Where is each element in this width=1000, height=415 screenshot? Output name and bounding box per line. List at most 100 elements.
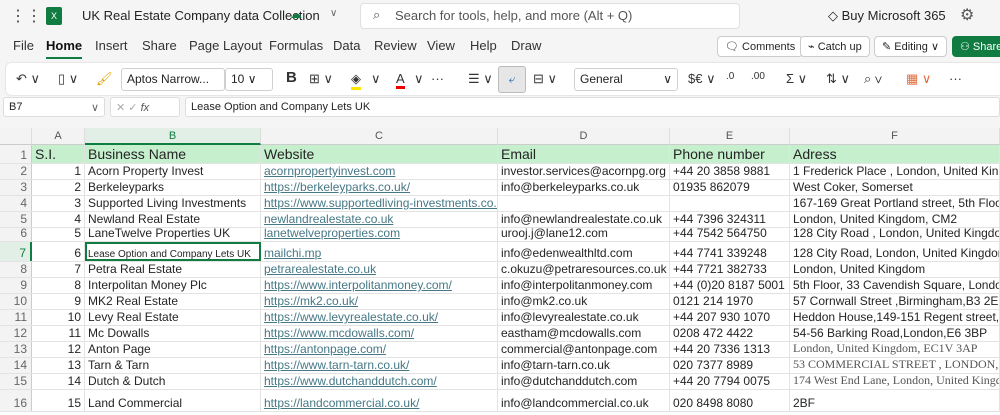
cell-phone[interactable]: +44 (0)20 8187 5001 — [670, 278, 790, 293]
fill-color-icon[interactable]: ◈ — [351, 71, 361, 90]
cell-email[interactable]: info@mk2.co.uk — [498, 294, 670, 309]
cell-email[interactable]: urooj.j@lane12.com — [498, 228, 670, 241]
tab-view[interactable]: View — [427, 38, 455, 53]
cell-website[interactable]: https://www.dutchanddutch.com/ — [261, 374, 498, 389]
cell-address[interactable]: 128 City Road , London, United Kingdom, … — [790, 228, 1000, 241]
select-all-corner[interactable] — [0, 128, 32, 145]
row-header[interactable]: 8 — [0, 262, 32, 277]
tab-file[interactable]: File — [13, 38, 34, 53]
share-button[interactable]: ⚇ Share — [952, 36, 1000, 57]
cell-address[interactable]: 54-56 Barking Road,London,E6 3BP — [790, 326, 1000, 341]
cell-phone[interactable]: +44 7396 324311 — [670, 212, 790, 227]
cell-website[interactable]: https://mk2.co.uk/ — [261, 294, 498, 309]
cell-si[interactable]: 5 — [32, 228, 85, 241]
cell-phone[interactable]: 01935 862079 — [670, 180, 790, 195]
cell-email[interactable]: commercial@antonpage.com — [498, 342, 670, 357]
cell-business-name[interactable]: MK2 Real Estate — [85, 294, 261, 309]
cell-address[interactable]: London, United Kingdom — [790, 262, 1000, 277]
cell-address[interactable]: 167-169 Great Portland street, 5th Floor… — [790, 196, 1000, 211]
currency-icon[interactable]: $€ ∨ — [688, 71, 716, 87]
confirm-icon[interactable]: ✓ — [128, 102, 140, 114]
bold-icon[interactable]: B — [286, 69, 297, 86]
header-website[interactable]: Website — [261, 145, 498, 163]
cell-si[interactable]: 8 — [32, 278, 85, 293]
cell-email[interactable]: info@levyrealestate.co.uk — [498, 310, 670, 325]
cell-si[interactable]: 6 — [32, 242, 85, 261]
cell-si[interactable]: 4 — [32, 212, 85, 227]
cell-email[interactable]: c.okuzu@petraresources.co.uk — [498, 262, 670, 277]
row-header[interactable]: 2 — [0, 164, 32, 179]
chevron-down-icon[interactable]: ∨ — [330, 8, 337, 19]
more-icon[interactable]: ··· — [431, 71, 444, 86]
sort-filter-icon[interactable]: ⇅ ∨ — [826, 71, 850, 87]
cell-si[interactable]: 3 — [32, 196, 85, 211]
add-ins-icon[interactable]: ▦ ∨ — [906, 71, 931, 87]
cell-phone[interactable]: +44 20 7336 1313 — [670, 342, 790, 357]
cell-website[interactable]: https://berkeleyparks.co.uk/ — [261, 180, 498, 195]
cell-website[interactable]: petrarealestate.co.uk — [261, 262, 498, 277]
font-color-icon[interactable]: A — [396, 71, 405, 89]
cell-website[interactable]: https://antonpage.com/ — [261, 342, 498, 357]
editing-mode-button[interactable]: ✎ Editing ∨ — [874, 36, 948, 57]
cell-address[interactable]: 53 COMMERCIAL STREET , LONDON, E1 6 — [790, 358, 1000, 373]
merge-icon[interactable]: ⊟ ∨ — [533, 71, 557, 87]
cell-business-name[interactable]: Interpolitan Money Plc — [85, 278, 261, 293]
cell-phone[interactable]: +44 20 7794 0075 — [670, 374, 790, 389]
cell-website[interactable]: acornpropertyinvest.com — [261, 164, 498, 179]
cell-phone[interactable] — [670, 196, 790, 211]
cell-website[interactable]: https://www.interpolitanmoney.com/ — [261, 278, 498, 293]
cell-email[interactable]: info@interpolitanmoney.com — [498, 278, 670, 293]
cell-address[interactable]: 1 Frederick Place , London, United Kingd… — [790, 164, 1000, 179]
autosum-icon[interactable]: Σ ∨ — [786, 71, 807, 87]
cell-business-name[interactable]: Berkeleyparks — [85, 180, 261, 195]
cell-address[interactable]: London, United Kingdom, EC1V 3AP — [790, 342, 1000, 357]
cell-email[interactable]: investor.services@acornpg.org — [498, 164, 670, 179]
cell-business-name[interactable]: Land Commercial — [85, 390, 261, 411]
column-header-d[interactable]: D — [498, 128, 670, 145]
cell-business-name[interactable]: Tarn & Tarn — [85, 358, 261, 373]
tab-data[interactable]: Data — [333, 38, 360, 53]
cancel-icon[interactable]: ✕ — [116, 102, 128, 114]
buy-microsoft-365-button[interactable]: ◇ Buy Microsoft 365 — [828, 8, 946, 24]
cell-email[interactable]: info@edenwealthltd.com — [498, 242, 670, 261]
cell-phone[interactable]: +44 7542 564750 — [670, 228, 790, 241]
cell-phone[interactable]: +44 20 3858 9881 — [670, 164, 790, 179]
header-si[interactable]: S.I. — [32, 145, 85, 163]
column-header-b[interactable]: B — [85, 128, 261, 145]
cell-si[interactable]: 11 — [32, 326, 85, 341]
cell-phone[interactable]: 020 7377 8989 — [670, 358, 790, 373]
cell-email[interactable]: info@berkeleyparks.co.uk — [498, 180, 670, 195]
cell-phone[interactable]: +44 7721 382733 — [670, 262, 790, 277]
tab-insert[interactable]: Insert — [95, 38, 128, 53]
row-header[interactable]: 5 — [0, 212, 32, 227]
cell-si[interactable]: 10 — [32, 310, 85, 325]
tab-review[interactable]: Review — [374, 38, 417, 53]
header-address[interactable]: Adress — [790, 145, 1000, 163]
cell-si[interactable]: 2 — [32, 180, 85, 195]
chevron-down-icon[interactable]: ∨ — [414, 71, 424, 87]
cell-website[interactable]: newlandrealestate.co.uk — [261, 212, 498, 227]
tab-help[interactable]: Help — [470, 38, 497, 53]
cell-business-name[interactable]: LaneTwelve Properties UK — [85, 228, 261, 241]
align-icon[interactable]: ☰ ∨ — [468, 71, 493, 87]
cell-si[interactable]: 9 — [32, 294, 85, 309]
cell-business-name[interactable]: Supported Living Investments — [85, 196, 261, 211]
paste-icon[interactable]: ▯ ∨ — [58, 71, 78, 87]
comments-button[interactable]: 🗨 Comments — [717, 36, 804, 57]
spreadsheet-grid[interactable]: A B C D E F 1 S.I. Business Name Website Email Phon… — [0, 128, 1000, 415]
cell-email[interactable] — [498, 196, 670, 211]
tab-home[interactable]: Home — [46, 38, 83, 59]
cell-address[interactable]: West Coker, Somerset — [790, 180, 1000, 195]
decrease-decimal-icon[interactable]: .00 — [751, 71, 765, 82]
cell-business-name[interactable]: Anton Page — [85, 342, 261, 357]
cell-email[interactable]: info@dutchanddutch.com — [498, 374, 670, 389]
cell-business-name[interactable]: Mc Dowalls — [85, 326, 261, 341]
font-size-select[interactable]: 10 ∨ — [225, 68, 273, 91]
workbook-title[interactable]: UK Real Estate Company data Collection — [82, 8, 320, 23]
header-phone[interactable]: Phone number — [670, 145, 790, 163]
cell-business-name[interactable]: Newland Real Estate — [85, 212, 261, 227]
find-icon[interactable]: ⌕ ∨ — [864, 71, 882, 87]
cell-phone[interactable]: 020 8498 8080 — [670, 390, 790, 411]
tab-page-layout[interactable]: Page Layout — [189, 38, 262, 53]
cell-address[interactable]: 174 West End Lane, London, United Kingdo… — [790, 374, 1000, 389]
